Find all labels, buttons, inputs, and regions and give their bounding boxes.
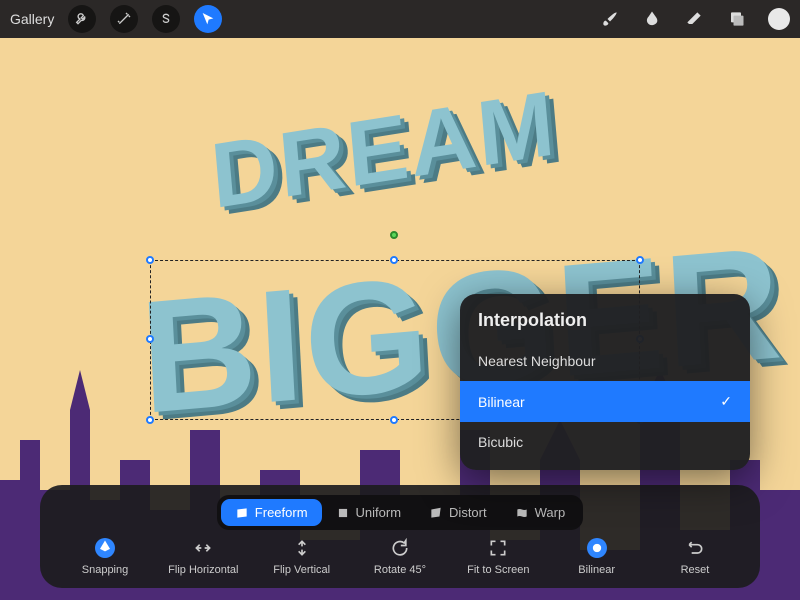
- action-label: Rotate 45°: [374, 564, 426, 576]
- eraser-icon[interactable]: [684, 9, 704, 29]
- mode-uniform[interactable]: Uniform: [322, 499, 416, 526]
- wrench-icon: [74, 11, 90, 27]
- action-label: Flip Vertical: [273, 564, 330, 576]
- mode-freeform[interactable]: Freeform: [221, 499, 322, 526]
- gallery-button[interactable]: Gallery: [10, 11, 54, 27]
- option-nearest-neighbour[interactable]: Nearest Neighbour ✓: [460, 341, 750, 381]
- magnet-icon: [95, 538, 115, 558]
- flip-vertical-button[interactable]: Flip Vertical: [257, 538, 347, 576]
- flip-v-icon: [292, 538, 312, 558]
- action-label: Fit to Screen: [467, 564, 529, 576]
- flip-horizontal-button[interactable]: Flip Horizontal: [158, 538, 248, 576]
- reset-icon: [685, 538, 705, 558]
- popover-title: Interpolation: [460, 310, 750, 341]
- artwork-text-line1: DREAM: [207, 71, 560, 230]
- selection-s-button[interactable]: [152, 5, 180, 33]
- warp-icon: [515, 506, 529, 520]
- option-bilinear[interactable]: Bilinear ✓: [460, 381, 750, 422]
- layers-icon[interactable]: [726, 9, 746, 29]
- check-icon: ✓: [720, 393, 732, 410]
- color-swatch[interactable]: [768, 8, 790, 30]
- handle-rotate[interactable]: [390, 231, 398, 239]
- option-label: Bilinear: [478, 394, 525, 410]
- action-label: Reset: [681, 564, 710, 576]
- mode-warp[interactable]: Warp: [501, 499, 580, 526]
- selection-s-icon: [158, 11, 174, 27]
- rotate-icon: [390, 538, 410, 558]
- uniform-icon: [336, 506, 350, 520]
- transform-toolbar: Freeform Uniform Distort Warp Snapping F…: [40, 485, 760, 588]
- action-label: Flip Horizontal: [168, 564, 238, 576]
- interpolation-icon: [587, 538, 607, 558]
- action-label: Bilinear: [578, 564, 615, 576]
- wand-icon: [116, 11, 132, 27]
- rotate-45-button[interactable]: Rotate 45°: [355, 538, 445, 576]
- option-label: Nearest Neighbour: [478, 353, 596, 369]
- mode-label: Warp: [535, 505, 566, 520]
- snapping-button[interactable]: Snapping: [60, 538, 150, 576]
- transform-arrow-button[interactable]: [194, 5, 222, 33]
- smudge-icon[interactable]: [642, 9, 662, 29]
- fit-icon: [488, 538, 508, 558]
- adjustments-wand-button[interactable]: [110, 5, 138, 33]
- mode-label: Distort: [449, 505, 487, 520]
- action-label: Snapping: [82, 564, 129, 576]
- mode-label: Freeform: [255, 505, 308, 520]
- option-label: Bicubic: [478, 434, 523, 450]
- cursor-arrow-icon: [200, 11, 216, 27]
- flip-h-icon: [193, 538, 213, 558]
- reset-button[interactable]: Reset: [650, 538, 740, 576]
- distort-icon: [429, 506, 443, 520]
- interpolation-popover: Interpolation Nearest Neighbour ✓ Biline…: [460, 294, 750, 470]
- mode-label: Uniform: [356, 505, 402, 520]
- actions-wrench-button[interactable]: [68, 5, 96, 33]
- mode-distort[interactable]: Distort: [415, 499, 501, 526]
- interpolation-button[interactable]: Bilinear: [552, 538, 642, 576]
- handle-top-left[interactable]: [146, 256, 154, 264]
- option-bicubic[interactable]: Bicubic ✓: [460, 422, 750, 462]
- transform-mode-segmented: Freeform Uniform Distort Warp: [217, 495, 583, 530]
- top-toolbar: Gallery: [0, 0, 800, 38]
- brush-icon[interactable]: [600, 9, 620, 29]
- fit-to-screen-button[interactable]: Fit to Screen: [453, 538, 543, 576]
- freeform-icon: [235, 506, 249, 520]
